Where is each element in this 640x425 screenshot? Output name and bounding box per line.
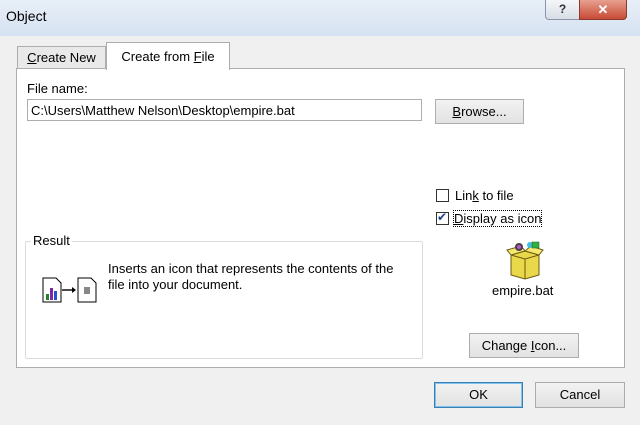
tab-label: reate New bbox=[36, 50, 96, 65]
help-icon: ? bbox=[558, 2, 567, 16]
button-label: OK bbox=[469, 387, 488, 402]
batch-file-icon bbox=[506, 241, 544, 280]
cancel-button[interactable]: Cancel bbox=[535, 382, 625, 408]
checkbox-label: Lin bbox=[455, 188, 473, 203]
file-name-label: File name: bbox=[27, 81, 88, 96]
result-legend: Result bbox=[31, 233, 72, 248]
checkbox-label: isplay as icon bbox=[463, 211, 542, 226]
tab-label: ile bbox=[201, 49, 215, 64]
browse-button[interactable]: Browse... bbox=[435, 99, 524, 124]
tab-create-from-file[interactable]: Create from File bbox=[106, 42, 230, 70]
checkmark-icon: ✔ bbox=[437, 210, 448, 224]
insert-as-icon-illustration bbox=[42, 277, 97, 303]
icon-caption: empire.bat bbox=[492, 283, 554, 298]
object-dialog: Object ? ✕ Create New Create from File F… bbox=[0, 0, 640, 425]
link-to-file-checkbox[interactable] bbox=[436, 189, 449, 202]
display-as-icon-checkbox[interactable]: ✔ bbox=[436, 210, 449, 225]
result-group: Result Inserts an icon that represents t… bbox=[25, 233, 423, 359]
button-label: con... bbox=[534, 338, 567, 353]
title-bar: Object ? ✕ bbox=[0, 0, 640, 36]
tab-create-new[interactable]: Create New bbox=[17, 46, 106, 68]
dialog-title: Object bbox=[6, 8, 47, 24]
button-label: Cancel bbox=[559, 387, 601, 402]
ok-button[interactable]: OK bbox=[434, 382, 523, 408]
help-button[interactable]: ? bbox=[545, 0, 580, 20]
checkbox-label-accel: D bbox=[454, 211, 464, 226]
change-icon-button[interactable]: Change Icon... bbox=[469, 333, 579, 358]
button-label: rowse... bbox=[461, 104, 507, 119]
button-label-accel: B bbox=[452, 104, 462, 119]
close-icon: ✕ bbox=[597, 2, 609, 17]
result-description: Inserts an icon that represents the cont… bbox=[108, 261, 394, 292]
file-name-input[interactable]: C:\Users\Matthew Nelson\Desktop\empire.b… bbox=[27, 99, 422, 121]
tab-label-accel: C bbox=[27, 50, 37, 65]
tab-label: Create from bbox=[121, 49, 194, 64]
tab-label-accel: F bbox=[193, 49, 202, 64]
close-button[interactable]: ✕ bbox=[579, 0, 627, 20]
checkbox-label: to file bbox=[478, 188, 514, 203]
button-label: Change bbox=[481, 338, 531, 353]
display-as-icon-label[interactable]: Display as icon bbox=[452, 210, 543, 227]
tab-panel: File name: C:\Users\Matthew Nelson\Deskt… bbox=[16, 68, 625, 368]
link-to-file-label[interactable]: Link to file bbox=[455, 188, 514, 203]
